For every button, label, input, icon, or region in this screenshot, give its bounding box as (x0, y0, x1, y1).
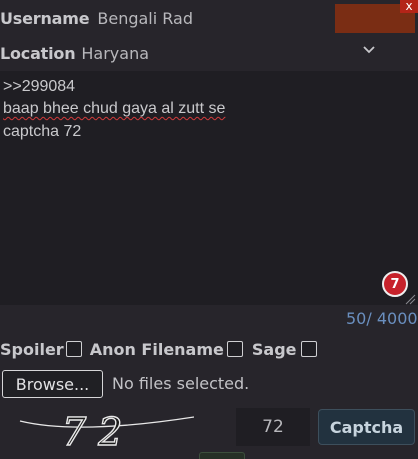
sage-checkbox[interactable] (300, 341, 317, 357)
location-value: Haryana (81, 43, 150, 63)
chevron-down-icon[interactable] (362, 43, 376, 57)
captcha-text: 7 2 (62, 410, 122, 453)
anon-filename-checkbox[interactable] (226, 341, 243, 357)
resize-grip-icon[interactable] (404, 293, 416, 305)
message-line: captcha 72 (3, 123, 82, 140)
captcha-button[interactable]: Captcha (318, 409, 415, 445)
captcha-input[interactable]: 72 (236, 408, 310, 446)
options-row: Spoiler Anon Filename Sage (0, 337, 317, 361)
spoiler-checkbox[interactable] (65, 341, 82, 357)
close-icon[interactable]: x (400, 0, 418, 13)
location-select[interactable]: Location Haryana (0, 40, 390, 66)
file-status: No files selected. (112, 374, 250, 393)
message-line-text: baap bhee chud gaya al zutt se (3, 100, 226, 117)
browse-button[interactable]: Browse... (2, 370, 103, 398)
submit-button-edge[interactable] (199, 452, 245, 459)
message-textarea[interactable]: >>299084 baap bhee chud gaya al zutt se … (0, 71, 418, 305)
message-line: >>299084 (3, 78, 76, 95)
anon-filename-label: Anon Filename (89, 339, 224, 359)
captcha-image: 7 2 (19, 409, 194, 453)
username-input[interactable]: Bengali Rad (97, 9, 193, 28)
message-line: baap bhee chud gaya al zutt se (3, 100, 225, 118)
char-counter: 50/ 4000 (346, 309, 418, 328)
username-label: Username (0, 8, 90, 28)
spoiler-label: Spoiler (0, 339, 64, 359)
location-label: Location (0, 43, 76, 63)
sage-label: Sage (251, 339, 297, 359)
